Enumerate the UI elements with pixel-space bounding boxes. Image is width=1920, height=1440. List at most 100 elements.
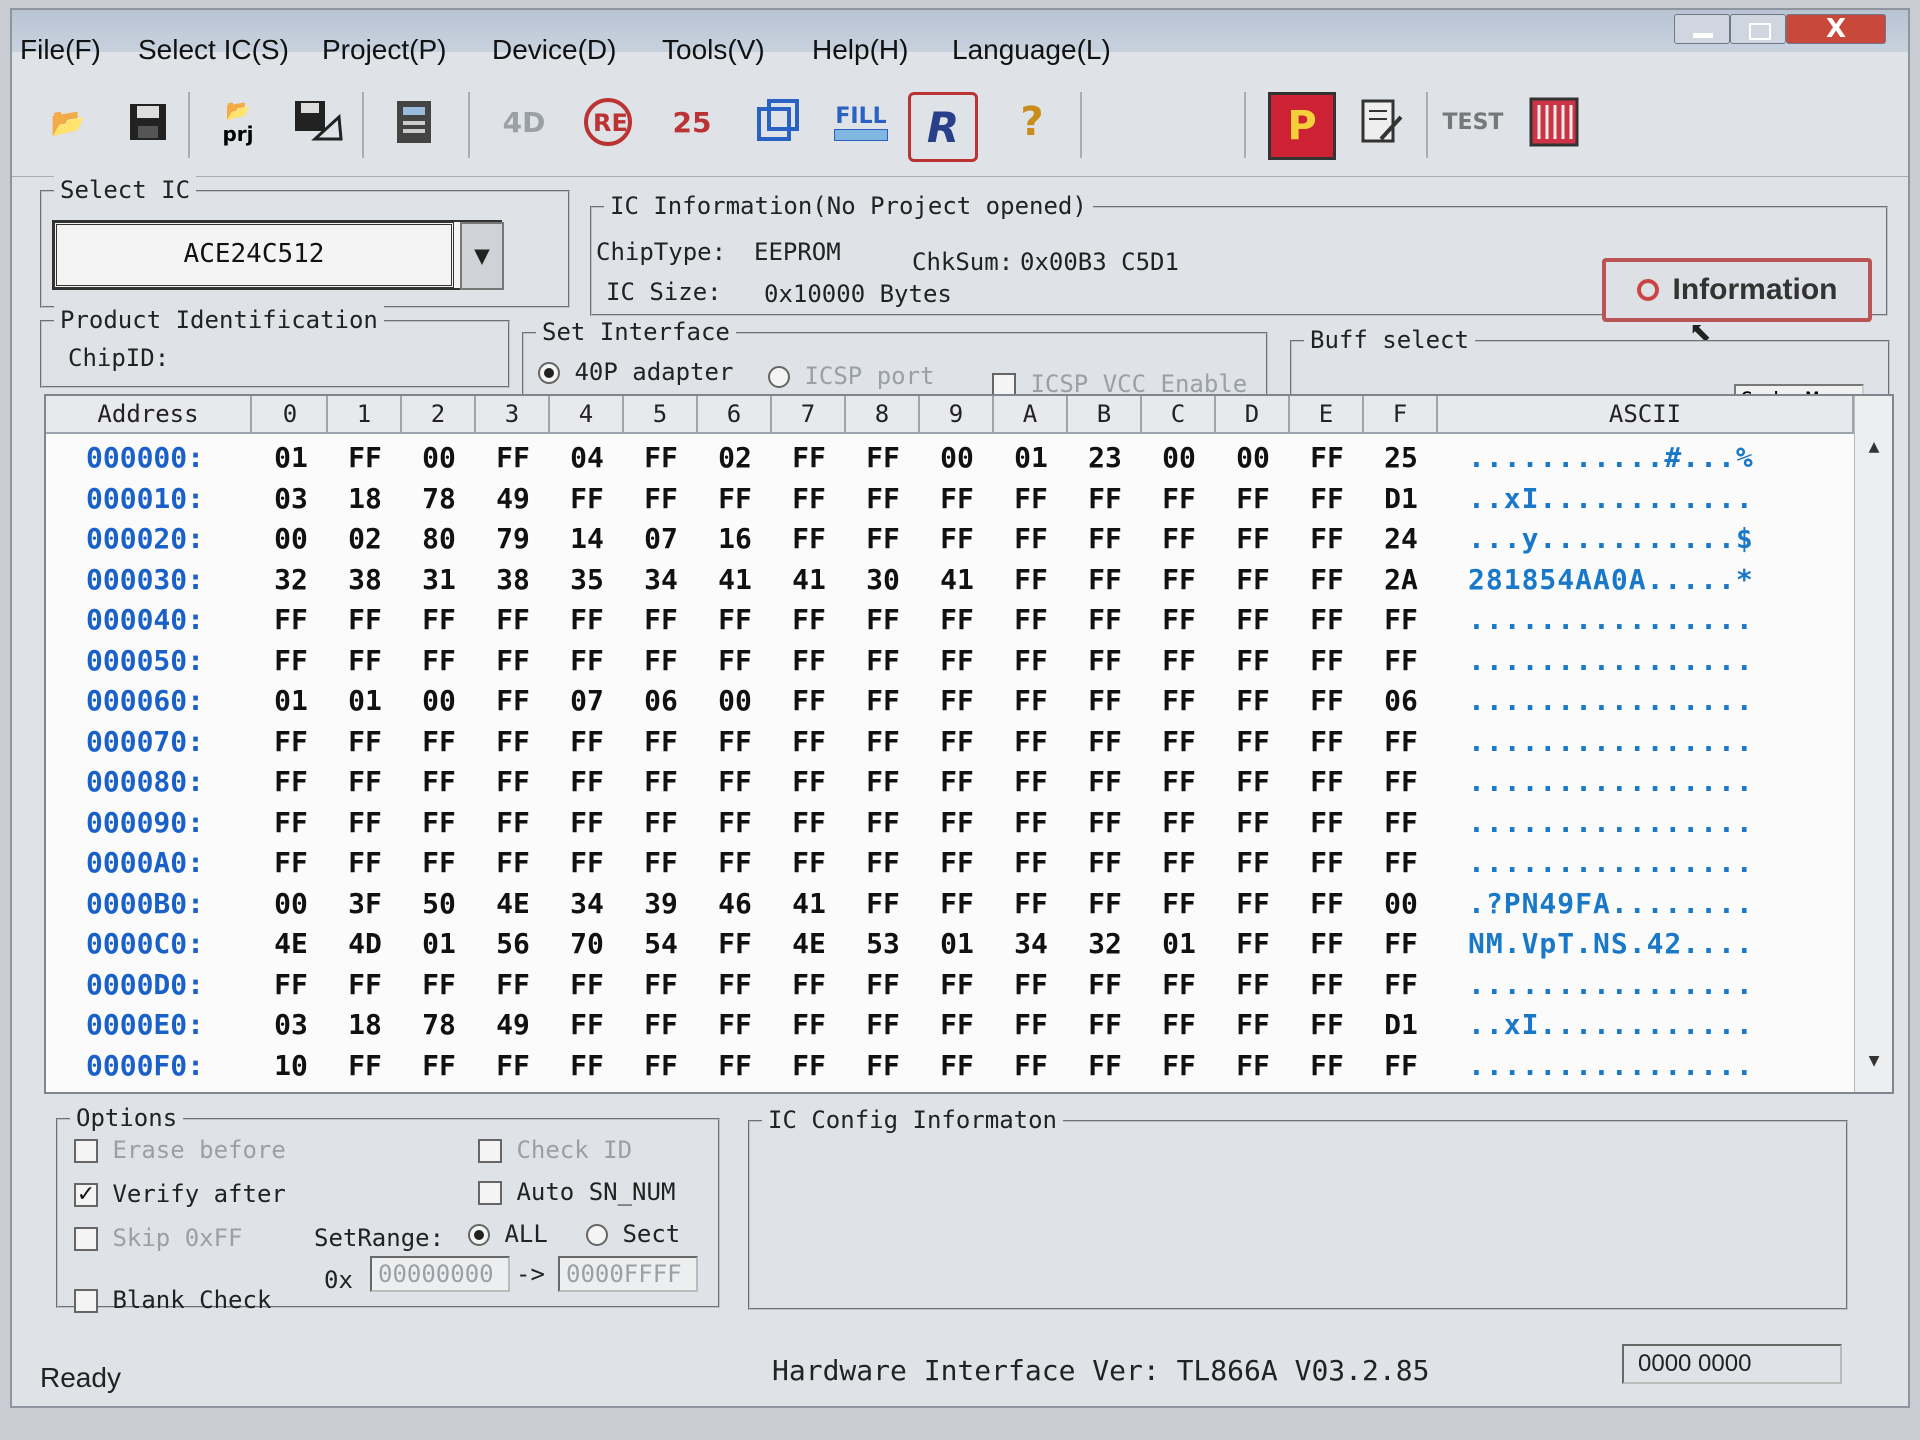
hex-byte[interactable]: FF <box>1069 1046 1141 1086</box>
hex-byte[interactable]: FF <box>773 641 845 681</box>
hex-byte[interactable]: FF <box>1365 762 1437 802</box>
hex-byte[interactable]: FF <box>995 641 1067 681</box>
hex-byte[interactable]: FF <box>921 641 993 681</box>
hex-byte[interactable]: FF <box>1365 641 1437 681</box>
hex-byte[interactable]: FF <box>995 600 1067 640</box>
hex-byte[interactable]: FF <box>551 1005 623 1045</box>
range-start-input[interactable]: 00000000 <box>370 1256 510 1292</box>
hex-byte[interactable]: FF <box>477 762 549 802</box>
program-p-icon[interactable]: P <box>1268 92 1336 160</box>
hex-byte[interactable]: FF <box>1291 722 1363 762</box>
hex-byte[interactable]: FF <box>1143 803 1215 843</box>
hex-byte[interactable]: 41 <box>921 560 993 600</box>
hex-byte[interactable]: FF <box>847 1005 919 1045</box>
hex-byte[interactable]: FF <box>995 519 1067 559</box>
open-file-icon[interactable]: 📂 <box>38 92 98 152</box>
hex-byte[interactable]: FF <box>1143 1005 1215 1045</box>
hex-byte[interactable]: D1 <box>1365 479 1437 519</box>
open-project-icon[interactable]: 📂 prj <box>208 92 268 152</box>
hex-byte[interactable]: FF <box>699 1005 771 1045</box>
hex-byte[interactable]: FF <box>329 803 401 843</box>
hex-byte[interactable]: FF <box>625 803 697 843</box>
hex-byte[interactable]: 80 <box>403 519 475 559</box>
hex-byte[interactable]: FF <box>1365 843 1437 883</box>
hex-byte[interactable]: FF <box>477 722 549 762</box>
hex-byte[interactable]: FF <box>477 843 549 883</box>
hex-byte[interactable]: FF <box>847 641 919 681</box>
scroll-up-icon[interactable]: ▲ <box>1859 432 1889 462</box>
hex-byte[interactable]: 32 <box>1069 924 1141 964</box>
hex-byte[interactable]: FF <box>847 681 919 721</box>
hex-byte[interactable]: FF <box>625 762 697 802</box>
hex-byte[interactable]: FF <box>1069 1005 1141 1045</box>
hex-byte[interactable]: FF <box>403 641 475 681</box>
hex-byte[interactable]: FF <box>699 924 771 964</box>
hex-byte[interactable]: FF <box>995 1005 1067 1045</box>
hex-byte[interactable]: FF <box>995 479 1067 519</box>
hex-byte[interactable]: FF <box>699 965 771 1005</box>
range-end-input[interactable]: 0000FFFF <box>558 1256 698 1292</box>
hex-byte[interactable]: 02 <box>329 519 401 559</box>
hex-byte[interactable]: 00 <box>255 884 327 924</box>
hex-byte[interactable]: FF <box>847 843 919 883</box>
hex-byte[interactable]: FF <box>329 762 401 802</box>
hex-byte[interactable]: 01 <box>403 924 475 964</box>
hex-byte[interactable]: FF <box>847 884 919 924</box>
hex-byte[interactable]: FF <box>255 641 327 681</box>
hex-byte[interactable]: FF <box>847 722 919 762</box>
hex-byte[interactable]: FF <box>773 803 845 843</box>
fill-icon[interactable]: FILL <box>826 92 896 152</box>
hex-byte[interactable]: FF <box>551 641 623 681</box>
hex-byte[interactable]: FF <box>1217 641 1289 681</box>
hex-byte[interactable]: FF <box>847 965 919 1005</box>
hex-byte[interactable]: 01 <box>1143 924 1215 964</box>
hex-byte[interactable]: FF <box>1217 1046 1289 1086</box>
hex-byte[interactable]: FF <box>329 1046 401 1086</box>
menu-project[interactable]: Project(P) <box>322 34 446 66</box>
ascii-text[interactable]: 281854AA0A.....* <box>1468 560 1828 600</box>
hex-byte[interactable]: 79 <box>477 519 549 559</box>
hex-byte[interactable]: FF <box>1069 762 1141 802</box>
hex-byte[interactable]: FF <box>1143 479 1215 519</box>
hex-byte[interactable]: FF <box>699 641 771 681</box>
hex-byte[interactable]: FF <box>921 600 993 640</box>
ascii-text[interactable]: ...y...........$ <box>1468 519 1828 559</box>
hex-byte[interactable]: FF <box>699 803 771 843</box>
hex-byte[interactable]: FF <box>773 479 845 519</box>
icsp-port-option[interactable]: ICSP port <box>768 362 935 390</box>
ic-select-combo[interactable]: ACE24C512 <box>52 220 502 290</box>
hex-byte[interactable]: 4E <box>477 884 549 924</box>
ascii-text[interactable]: ................ <box>1468 1046 1828 1086</box>
hex-byte[interactable]: 41 <box>699 560 771 600</box>
hex-byte[interactable]: 01 <box>995 438 1067 478</box>
hex-byte[interactable]: FF <box>1291 965 1363 1005</box>
hex-byte[interactable]: FF <box>1291 600 1363 640</box>
hex-byte[interactable]: FF <box>403 803 475 843</box>
hex-byte[interactable]: FF <box>1217 1005 1289 1045</box>
hex-byte[interactable]: FF <box>1291 438 1363 478</box>
ascii-text[interactable]: ................ <box>1468 600 1828 640</box>
hex-byte[interactable]: 49 <box>477 479 549 519</box>
hex-byte[interactable]: FF <box>1291 924 1363 964</box>
hex-byte[interactable]: FF <box>1291 762 1363 802</box>
hex-byte[interactable]: FF <box>255 722 327 762</box>
hex-byte[interactable]: 46 <box>699 884 771 924</box>
help-icon[interactable]: ? <box>1002 92 1062 152</box>
menu-tools[interactable]: Tools(V) <box>662 34 765 66</box>
hex-byte[interactable]: 07 <box>625 519 697 559</box>
hex-byte[interactable]: FF <box>773 681 845 721</box>
ascii-text[interactable]: ................ <box>1468 965 1828 1005</box>
hex-byte[interactable]: FF <box>1291 641 1363 681</box>
hex-byte[interactable]: 41 <box>773 884 845 924</box>
hex-byte[interactable]: FF <box>921 519 993 559</box>
hex-byte[interactable]: FF <box>403 722 475 762</box>
hex-byte[interactable]: 78 <box>403 1005 475 1045</box>
ascii-text[interactable]: NM.VpT.NS.42.... <box>1468 924 1828 964</box>
hex-byte[interactable]: 01 <box>255 438 327 478</box>
save-project-icon[interactable] <box>288 92 348 152</box>
hex-byte[interactable]: FF <box>773 519 845 559</box>
hex-byte[interactable]: FF <box>625 438 697 478</box>
hex-byte[interactable]: 31 <box>403 560 475 600</box>
hex-byte[interactable]: 14 <box>551 519 623 559</box>
erase-icon[interactable]: RE <box>578 92 638 152</box>
